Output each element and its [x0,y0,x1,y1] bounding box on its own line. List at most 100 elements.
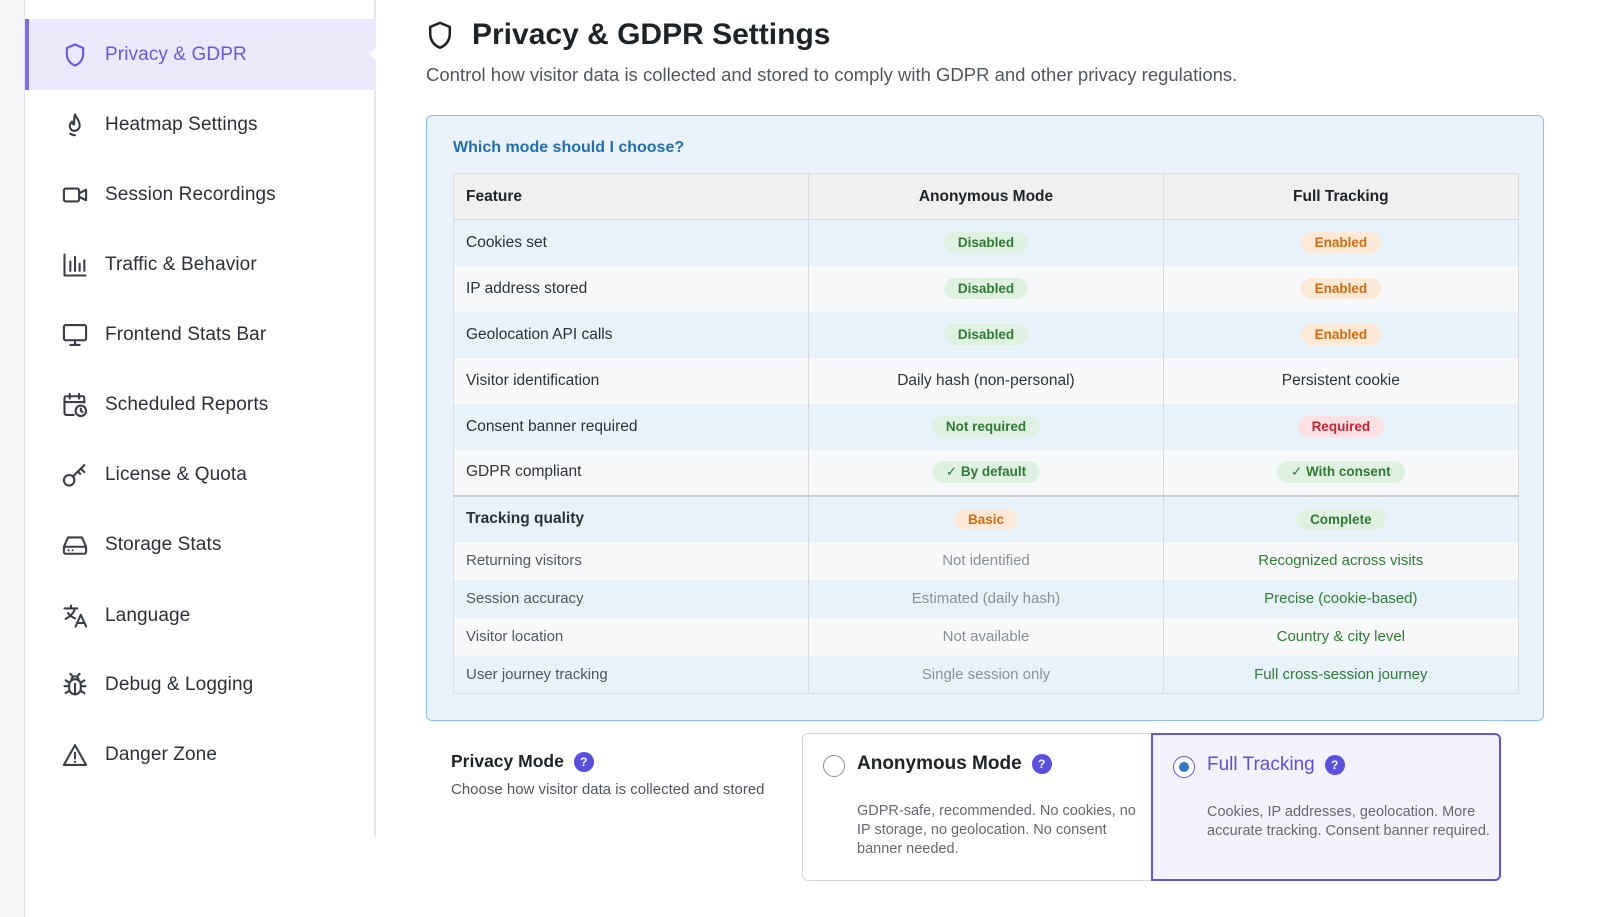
value-cell: Recognized across visits [1163,541,1520,580]
calendar-clock-icon [61,391,89,419]
sidebar-item-session-recordings[interactable]: Session Recordings [25,159,376,230]
key-icon [61,461,89,489]
full-tracking-option[interactable]: Full Tracking ? Cookies, IP addresses, g… [1151,733,1501,881]
sidebar-item-label: Language [105,604,191,626]
translate-icon [61,602,89,630]
status-badge: Enabled [1300,324,1382,345]
sidebar-item-label: Storage Stats [105,533,222,555]
table-row: Visitor location Not available Country &… [453,617,1520,656]
column-header: Feature [453,173,810,220]
mode-comparison-box: Which mode should I choose? Feature Anon… [426,115,1544,721]
warning-triangle-icon [61,741,89,769]
privacy-mode-label: Privacy Mode [451,751,564,771]
sidebar-item-label: License & Quota [105,463,247,485]
sidebar-item-label: Danger Zone [105,743,218,765]
sidebar-item-label: Traffic & Behavior [105,253,257,275]
table-row: Cookies set Disabled Enabled [453,219,1520,266]
sidebar-item-privacy-gdpr[interactable]: Privacy & GDPR [25,19,378,90]
table-row: Consent banner required Not required Req… [453,403,1520,450]
sidebar-item-license-quota[interactable]: License & Quota [25,439,376,510]
flame-icon [61,111,89,139]
page-description: Control how visitor data is collected an… [426,64,1238,85]
video-camera-icon [61,181,89,209]
sidebar-item-label: Debug & Logging [105,673,254,695]
sidebar-item-language[interactable]: Language [25,580,376,651]
anonymous-mode-option[interactable]: Anonymous Mode ? GDPR-safe, recommended.… [802,733,1152,881]
table-row: User journey tracking Single session onl… [453,655,1520,694]
table-row: IP address stored Disabled Enabled [453,265,1520,312]
mode-comparison-title: Which mode should I choose? [453,139,685,156]
table-row: GDPR compliant ✓ By default ✓ With conse… [453,449,1520,496]
feature-cell: Visitor location [453,617,810,656]
table-row: Geolocation API calls Disabled Enabled [453,311,1520,358]
status-badge: Not required [931,416,1041,437]
feature-cell: Visitor identification [453,357,810,404]
status-badge: Enabled [1300,278,1382,299]
feature-cell: Consent banner required [453,403,810,450]
table-row: Visitor identification Daily hash (non-p… [453,357,1520,404]
value-cell: Persistent cookie [1163,357,1520,404]
value-cell: Full cross-session journey [1163,655,1520,694]
feature-cell: Geolocation API calls [453,311,810,358]
shield-icon [428,21,452,49]
status-badge: Basic [953,508,1018,530]
option-description: GDPR-safe, recommended. No cookies, no I… [857,803,1136,857]
full-tracking-radio[interactable] [1173,756,1195,778]
value-cell: Country & city level [1163,617,1520,656]
page-title: Privacy & GDPR Settings [426,18,830,52]
monitor-icon [61,321,89,349]
table-header-row: Feature Anonymous Mode Full Tracking [453,173,1520,220]
sidebar-item-label: Privacy & GDPR [105,43,247,65]
status-badge: Disabled [943,232,1029,254]
feature-cell: IP address stored [453,265,810,312]
value-cell: Estimated (daily hash) [808,579,1164,618]
bar-chart-icon [61,251,89,279]
left-edge-strip [0,0,25,917]
settings-sidebar: Privacy & GDPR Heatmap Settings Session … [25,0,378,836]
help-icon[interactable]: ? [1324,755,1345,775]
sidebar-item-frontend-stats-bar[interactable]: Frontend Stats Bar [25,299,376,370]
sidebar-item-label: Frontend Stats Bar [105,323,267,345]
sidebar-item-traffic-behavior[interactable]: Traffic & Behavior [25,229,376,300]
shield-icon [61,41,89,69]
help-icon[interactable]: ? [1031,754,1052,774]
privacy-mode-description: Choose how visitor data is collected and… [451,781,765,798]
sidebar-item-heatmap-settings[interactable]: Heatmap Settings [25,89,376,160]
help-icon[interactable]: ? [573,751,594,772]
feature-cell: Returning visitors [453,541,810,580]
option-title: Full Tracking [1207,754,1315,775]
column-header: Full Tracking [1163,173,1520,220]
sidebar-item-storage-stats[interactable]: Storage Stats [25,509,376,580]
feature-cell: User journey tracking [453,655,810,694]
status-badge: ✓ With consent [1276,461,1405,483]
status-badge: Disabled [943,324,1029,345]
status-badge: Enabled [1300,232,1382,254]
value-cell: Not identified [808,541,1164,580]
table-row: Session accuracy Estimated (daily hash) … [453,579,1520,618]
privacy-mode-setting: Privacy Mode ? Choose how visitor data i… [426,733,1546,883]
hard-drive-icon [61,531,89,559]
option-title: Anonymous Mode [857,753,1022,774]
feature-cell: GDPR compliant [453,449,810,496]
value-cell: Precise (cookie-based) [1163,579,1520,618]
status-badge: Required [1297,416,1385,437]
option-description: Cookies, IP addresses, geolocation. More… [1207,804,1490,839]
column-header: Anonymous Mode [808,173,1164,220]
page-title-text: Privacy & GDPR Settings [472,18,831,51]
mode-comparison-table: Feature Anonymous Mode Full Tracking Coo… [453,173,1520,694]
value-cell: Not available [808,617,1164,656]
bug-icon [61,671,89,699]
sidebar-item-label: Scheduled Reports [105,393,269,415]
sidebar-item-debug-logging[interactable]: Debug & Logging [25,649,376,720]
feature-cell: Tracking quality [453,494,810,542]
feature-cell: Cookies set [453,219,810,266]
status-badge: Disabled [943,278,1029,299]
status-badge: Complete [1296,508,1386,530]
value-cell: Daily hash (non-personal) [808,357,1164,404]
sidebar-item-scheduled-reports[interactable]: Scheduled Reports [25,369,376,440]
sidebar-item-danger-zone[interactable]: Danger Zone [25,719,376,790]
sidebar-item-label: Heatmap Settings [105,113,258,135]
anonymous-mode-radio[interactable] [823,755,845,777]
value-cell: Single session only [808,655,1164,694]
status-badge: ✓ By default [931,461,1041,483]
